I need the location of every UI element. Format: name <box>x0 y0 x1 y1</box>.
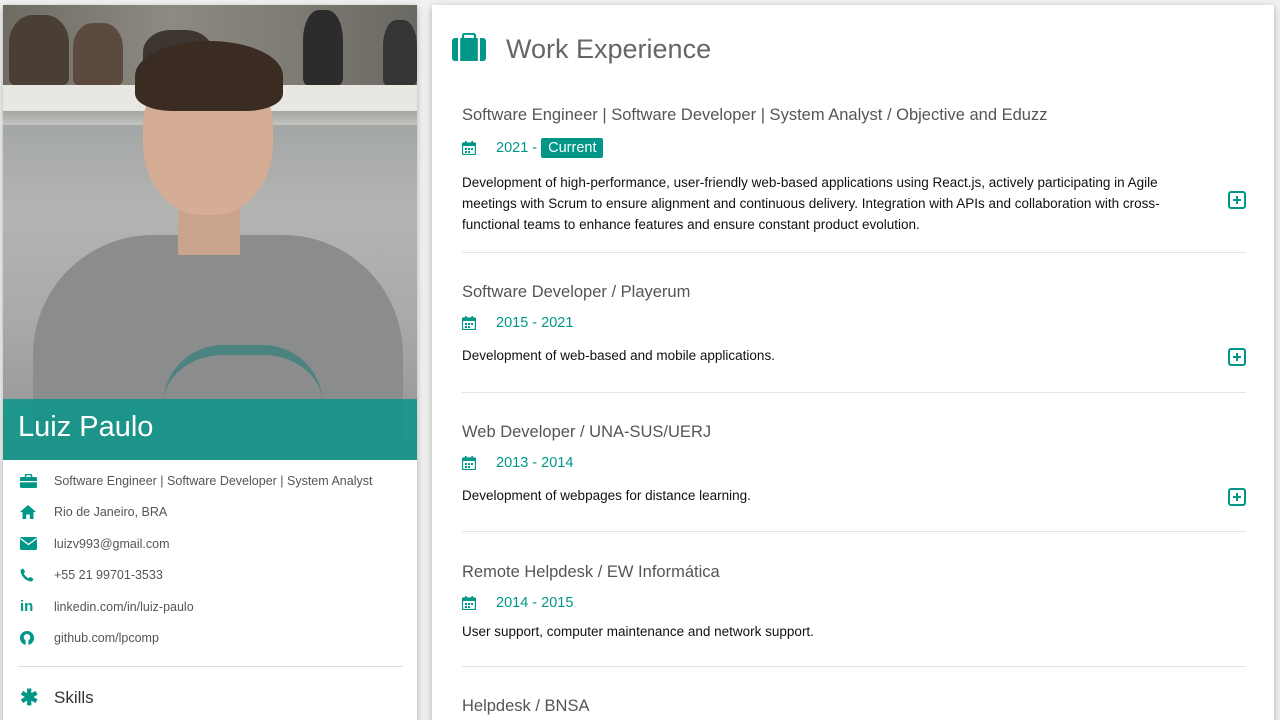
section-title: Work Experience <box>506 34 712 64</box>
job-title: Helpdesk / BNSA <box>462 697 590 715</box>
linkedin-link[interactable]: linkedin.com/in/luiz-paulo <box>54 600 194 614</box>
phone-text: +55 21 99701-3533 <box>54 568 163 583</box>
calendar-icon <box>462 316 496 330</box>
profile-card: Luiz Paulo Software Engineer | Software … <box>3 5 417 720</box>
phone-icon <box>20 568 54 582</box>
work-experience-card: Work Experience Software Engineer | Soft… <box>432 5 1274 720</box>
info-row-occupation: Software Engineer | Software Developer |… <box>3 465 417 497</box>
job-period: 2015 - 2021 <box>496 315 574 331</box>
job-dates: 2015 - 2021 <box>462 315 1246 331</box>
profile-photo: Luiz Paulo <box>3 5 417 460</box>
skills-heading: ✱ Skills <box>20 685 94 710</box>
expand-plus-icon[interactable] <box>1228 488 1246 506</box>
job-description: Development of high-performance, user-fr… <box>462 175 1160 232</box>
briefcase-icon <box>20 473 54 488</box>
info-row-linkedin: in linkedin.com/in/luiz-paulo <box>3 591 417 623</box>
contact-info-list: Software Engineer | Software Developer |… <box>3 465 417 654</box>
divider <box>462 666 1246 667</box>
job-entry: Remote Helpdesk / EW Informática 2014 - … <box>462 563 1246 642</box>
email-link[interactable]: luizv993@gmail.com <box>54 537 170 551</box>
expand-plus-icon[interactable] <box>1228 191 1246 209</box>
job-title: Remote Helpdesk / EW Informática <box>462 563 720 581</box>
job-entry: Software Developer / Playerum 2015 - 202… <box>462 283 1246 366</box>
occupation-text: Software Engineer | Software Developer |… <box>54 473 373 488</box>
github-link[interactable]: github.com/lpcomp <box>54 631 159 645</box>
figurine <box>9 15 69 85</box>
job-dates: 2013 - 2014 <box>462 455 1246 471</box>
job-dates: 2014 - 2015 <box>462 595 1246 611</box>
job-period: 2014 - 2015 <box>496 595 574 611</box>
calendar-icon <box>462 141 496 155</box>
suitcase-icon <box>452 32 486 66</box>
info-row-github: github.com/lpcomp <box>3 623 417 655</box>
asterisk-icon: ✱ <box>20 685 39 710</box>
figurine <box>383 20 417 85</box>
divider <box>462 392 1246 393</box>
figurine <box>303 10 343 85</box>
job-dates: 2021 - Current <box>462 138 1246 158</box>
section-header: Work Experience <box>452 32 712 66</box>
job-entry: Helpdesk / BNSA <box>462 697 1246 716</box>
divider <box>462 252 1246 253</box>
github-icon <box>20 631 54 646</box>
profile-name: Luiz Paulo <box>18 411 154 443</box>
job-period: 2021 - <box>496 140 538 156</box>
job-title: Web Developer / UNA-SUS/UERJ <box>462 423 712 441</box>
current-badge: Current <box>541 138 604 158</box>
divider <box>18 666 403 667</box>
linkedin-icon: in <box>20 598 34 616</box>
calendar-icon <box>462 456 496 470</box>
divider <box>462 531 1246 532</box>
figurine <box>73 23 123 85</box>
job-description: Development of web-based and mobile appl… <box>462 348 775 363</box>
home-icon <box>20 505 54 520</box>
job-entry: Software Engineer | Software Developer |… <box>462 106 1246 235</box>
expand-plus-icon[interactable] <box>1228 348 1246 366</box>
job-title: Software Developer / Playerum <box>462 283 691 301</box>
job-entry: Web Developer / UNA-SUS/UERJ 2013 - 2014… <box>462 423 1246 506</box>
job-title: Software Engineer | Software Developer |… <box>462 106 1048 124</box>
location-text: Rio de Janeiro, BRA <box>54 505 168 520</box>
envelope-icon <box>20 537 54 551</box>
info-row-location: Rio de Janeiro, BRA <box>3 497 417 529</box>
skills-label: Skills <box>54 688 94 707</box>
job-description: User support, computer maintenance and n… <box>462 624 814 639</box>
info-row-email: luizv993@gmail.com <box>3 528 417 560</box>
person-hair <box>135 41 283 111</box>
job-period: 2013 - 2014 <box>496 455 574 471</box>
name-banner: Luiz Paulo <box>3 399 417 460</box>
info-row-phone: +55 21 99701-3533 <box>3 560 417 592</box>
job-description: Development of webpages for distance lea… <box>462 488 751 503</box>
calendar-icon <box>462 596 496 610</box>
